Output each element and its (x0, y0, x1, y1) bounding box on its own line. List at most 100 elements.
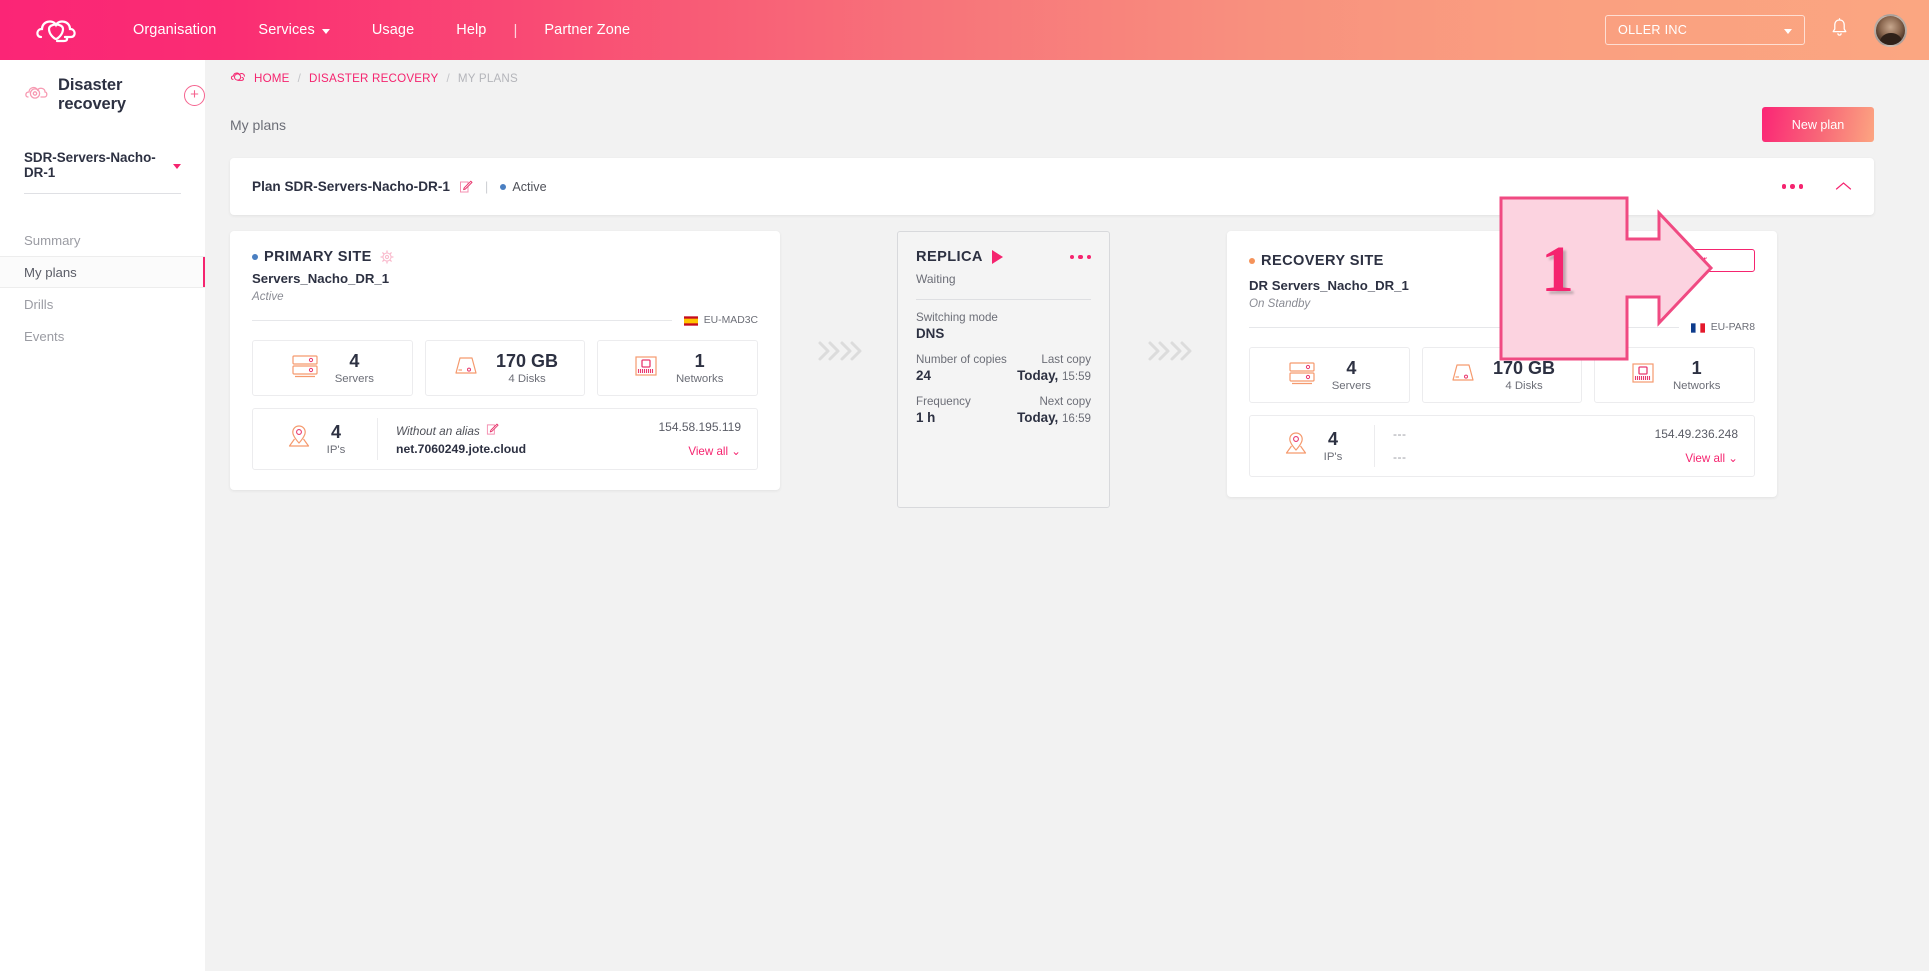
view-all-link[interactable]: View all ⌄ (658, 444, 741, 458)
more-options-icon[interactable] (1069, 254, 1091, 260)
ip-host: --- (1393, 450, 1407, 464)
replica-state: Waiting (916, 272, 956, 286)
stat-servers: 4 Servers (1249, 347, 1410, 403)
disk-icon (452, 353, 480, 384)
replica-last-copy-value: Today, 15:59 (1017, 368, 1091, 383)
sidebar-item-label: My plans (24, 264, 77, 280)
add-plan-button[interactable]: + (184, 84, 205, 106)
recovery-site-kind-label: RECOVERY SITE (1261, 252, 1384, 269)
play-icon[interactable] (991, 250, 1003, 264)
plan-status: Active (500, 179, 547, 194)
ip-detail: Without an alias net.7060249.jote.cloud (378, 420, 757, 458)
nav-label: Help (456, 22, 487, 38)
cloud-logo-icon[interactable] (0, 17, 112, 43)
breadcrumb-disaster-recovery[interactable]: DISASTER RECOVERY (309, 72, 438, 85)
view-all-label: View all (688, 445, 729, 458)
disk-icon (1449, 360, 1477, 391)
flag-spain-icon (683, 315, 698, 326)
topbar-right-group: OLLER INC (1605, 13, 1929, 47)
gear-icon[interactable] (380, 250, 394, 264)
replica-next-copy-time: 16:59 (1061, 412, 1091, 425)
flow-arrow-right (1110, 231, 1227, 471)
replica-frequency-block: Frequency Next copy 1 h Today, 16:59 (916, 395, 1091, 425)
sidebar-item-label: Events (24, 328, 65, 344)
recovery-site-kind: RECOVERY SITE (1249, 253, 1384, 269)
breadcrumb-home[interactable]: HOME (254, 72, 290, 85)
recovery-site-ip-box: 4 IP's --- --- 154.49.236.248 View all ⌄ (1249, 415, 1755, 477)
breadcrumb-separator: / (297, 71, 302, 85)
sidebar-plan-selector[interactable]: SDR-Servers-Nacho-DR-1 (24, 150, 181, 194)
replica-copies-values: 24 Today, 15:59 (916, 366, 1091, 383)
plan-status-label: Active (512, 179, 547, 194)
stat-networks: 1 Networks (1594, 347, 1756, 403)
servers-icon (291, 353, 319, 384)
nav-item-usage[interactable]: Usage (351, 22, 435, 38)
servers-icon (1288, 360, 1316, 391)
breadcrumb: HOME / DISASTER RECOVERY / MY PLANS (230, 60, 1874, 85)
sidebar-title: Disaster recovery (58, 76, 127, 113)
stat-value-group: 4 Servers (1332, 358, 1371, 393)
ip-count-label: IP's (326, 443, 346, 456)
new-plan-button[interactable]: New plan (1762, 107, 1874, 142)
more-options-icon[interactable] (1781, 184, 1803, 189)
nav-item-services[interactable]: Services (237, 22, 350, 38)
nav-item-help[interactable]: Help (435, 22, 507, 38)
nav-label: Services (258, 22, 315, 38)
stat-value: 4 (1346, 357, 1357, 378)
double-chevron-right-icon (1148, 341, 1191, 361)
divider (252, 320, 672, 321)
panel-actions (1781, 178, 1853, 196)
breadcrumb-home-icon[interactable] (230, 71, 246, 85)
page-title: My plans (230, 116, 287, 133)
chevron-down-icon (173, 163, 181, 169)
network-icon (1629, 360, 1657, 391)
primary-site-header: PRIMARY SITE (252, 249, 758, 265)
edit-pencil-icon[interactable] (486, 423, 499, 439)
disaster-recovery-icon (24, 83, 48, 108)
breadcrumb-separator: / (446, 71, 450, 85)
primary-site-state: Active (252, 290, 284, 303)
stat-value: 1 (694, 350, 705, 371)
sidebar-item-drills[interactable]: Drills (0, 288, 205, 320)
stat-disks: 170 GB 4 Disks (424, 340, 586, 396)
divider (916, 299, 1091, 300)
sidebar-menu: Summary My plans Drills Events (0, 224, 205, 352)
location-pin-icon (285, 422, 313, 455)
nav-item-organisation[interactable]: Organisation (112, 22, 237, 38)
failover-button[interactable]: Failover (1618, 249, 1755, 272)
sidebar-plan-selector-value: SDR-Servers-Nacho-DR-1 (24, 150, 156, 180)
primary-site-card: PRIMARY SITE Servers_Nacho_DR_1 Active E… (230, 231, 780, 490)
view-all-label: View all (1685, 452, 1726, 465)
notification-bell-icon[interactable] (1831, 18, 1848, 42)
organisation-selector[interactable]: OLLER INC (1605, 15, 1805, 45)
double-chevron-right-icon (818, 341, 861, 361)
nav-item-partner-zone[interactable]: Partner Zone (523, 22, 651, 38)
replica-copies-labels: Number of copies Last copy (916, 353, 1091, 366)
ip-address-group: 154.49.236.248 View all ⌄ (1655, 427, 1738, 465)
stat-servers: 4 Servers (252, 340, 413, 396)
sidebar-item-my-plans[interactable]: My plans (0, 256, 205, 288)
replica-card: REPLICA Waiting Switching mode DNS Numbe… (897, 231, 1110, 508)
view-all-link[interactable]: View all ⌄ (1655, 451, 1738, 465)
sidebar-item-label: Summary (24, 232, 81, 248)
plan-name: Plan SDR-Servers-Nacho-DR-1 (252, 179, 450, 194)
stat-sublabel: Servers (334, 372, 374, 385)
user-avatar[interactable] (1874, 13, 1907, 47)
ip-host: net.7060249.jote.cloud (396, 441, 527, 456)
nav-label: Usage (371, 22, 415, 38)
sidebar-header: Disaster recovery + (0, 60, 205, 114)
ip-address-group: 154.58.195.119 View all ⌄ (658, 420, 741, 458)
sidebar-item-summary[interactable]: Summary (0, 224, 205, 256)
status-dot (500, 183, 507, 190)
sidebar-item-events[interactable]: Events (0, 320, 205, 352)
chevron-up-icon[interactable] (1835, 178, 1852, 196)
stat-value-group: 4 Servers (335, 351, 374, 386)
primary-site-name: Servers_Nacho_DR_1 (252, 271, 390, 286)
recovery-site-region: EU-PAR8 (1690, 322, 1755, 333)
ip-count-group-value: 4 IP's (1324, 429, 1343, 464)
replica-next-copy-label: Next copy (1039, 395, 1091, 408)
stat-value: 170 GB (1492, 357, 1556, 378)
replica-switching-mode-label: Switching mode (916, 311, 998, 324)
edit-pencil-icon[interactable] (459, 180, 473, 194)
plan-summary-panel: Plan SDR-Servers-Nacho-DR-1 | Active (230, 158, 1874, 215)
